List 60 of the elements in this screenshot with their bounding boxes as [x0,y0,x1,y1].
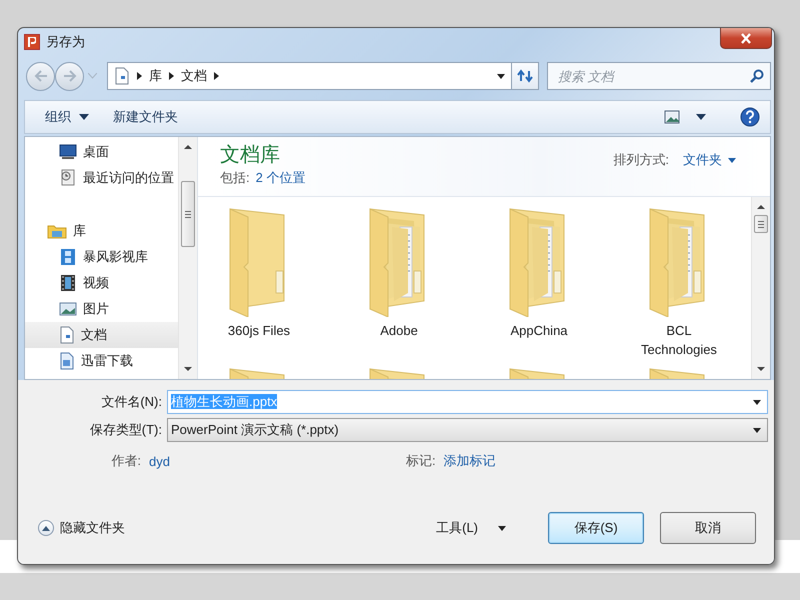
caret-icon [79,114,89,120]
nav-pane-item[interactable]: 暴风影视库 [25,244,178,270]
folder-name[interactable]: Adobe [380,321,418,340]
refresh-icon [517,69,533,83]
nav-pane-item[interactable]: 桌面 [25,139,178,165]
nav-pane-item[interactable]: 迅雷下载 [25,348,178,374]
folder-name[interactable]: 360js Files [228,321,290,340]
monitor-icon [59,144,77,160]
powerpoint-logo-icon [24,34,40,50]
document-icon [114,67,130,85]
clock-document-icon [59,169,77,187]
locations-link[interactable]: 2 个位置 [256,169,306,187]
arrange-dropdown[interactable]: 文件夹 [683,151,736,169]
document-icon [59,326,75,344]
folder-name[interactable]: AppChina [510,321,568,340]
back-button[interactable] [26,62,55,90]
help-icon[interactable] [740,107,760,127]
document-icon [59,352,75,370]
refresh-button[interactable] [511,62,539,90]
view-icon[interactable] [664,110,680,124]
nav-pane-item[interactable]: 库 [25,218,178,244]
library-folder-icon [47,223,67,239]
folder-name[interactable]: BCL Technologies [629,321,729,359]
forward-button[interactable] [55,62,84,90]
close-icon [740,32,752,44]
left-arrow-icon [34,70,48,82]
save-button[interactable]: 保存(S) [548,512,644,544]
breadcrumb[interactable]: 文档 [181,67,207,85]
file-name-label: 文件名(N): [100,393,163,411]
search-field[interactable]: 搜索 文档 [547,62,771,90]
nav-pane-item[interactable]: 文档 [25,322,178,348]
close-button[interactable] [720,28,772,49]
add-tags-link[interactable]: 添加标记 [444,452,496,470]
cancel-button[interactable]: 取消 [660,512,756,544]
picture-icon [59,301,77,317]
tags-label: 标记: [406,452,436,470]
breadcrumb[interactable]: 库 [149,67,162,85]
scrollbar[interactable] [178,137,197,379]
includes-label: 包括: [220,169,250,187]
window-title: 另存为 [46,33,85,51]
film-icon [59,274,77,292]
library-title: 文档库 [220,143,281,168]
file-type-label: 保存类型(T): [88,421,163,439]
organize-menu-button[interactable]: 组织 [37,104,97,130]
tools-menu-button[interactable]: 工具(L) [430,518,512,538]
new-folder-button[interactable]: 新建文件夹 [105,104,186,130]
nav-pane-item[interactable]: 图片 [25,296,178,322]
filmstrip-icon [59,248,77,266]
nav-pane-item[interactable]: 视频 [25,270,178,296]
file-type-dropdown[interactable]: PowerPoint 演示文稿 (*.pptx) [167,418,768,442]
scrollbar[interactable] [751,197,770,379]
arrange-label: 排列方式: [613,151,669,169]
hide-folders-button[interactable]: 隐藏文件夹 [38,519,125,537]
nav-pane-item[interactable]: 最近访问的位置 [25,165,178,191]
search-icon[interactable] [750,69,764,83]
right-arrow-icon [62,70,76,82]
author-label: 作者: [111,452,142,470]
caret-icon[interactable] [696,114,706,120]
author-value[interactable]: dyd [149,454,170,468]
address-bar[interactable]: 库 文档 [107,62,512,90]
